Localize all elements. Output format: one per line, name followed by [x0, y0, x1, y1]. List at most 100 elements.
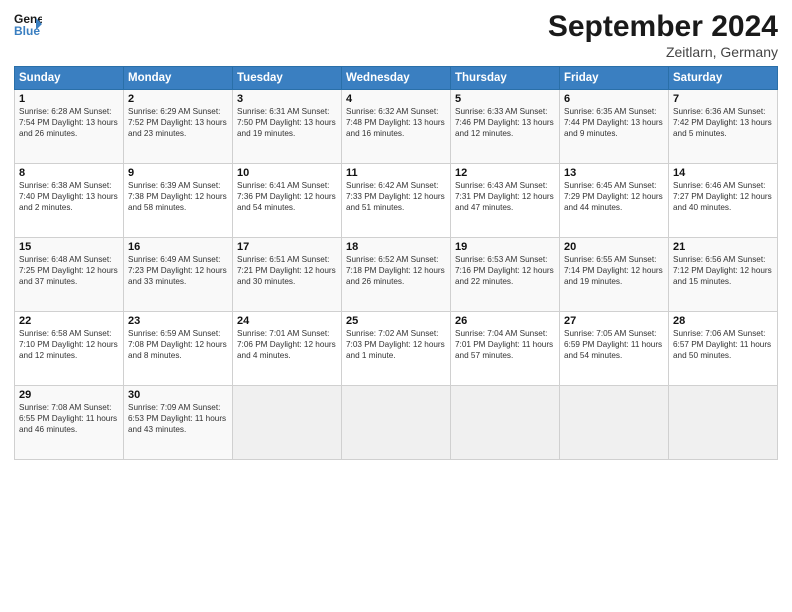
- calendar-cell: 18Sunrise: 6:52 AM Sunset: 7:18 PM Dayli…: [342, 238, 451, 312]
- cell-info: Sunrise: 7:04 AM Sunset: 7:01 PM Dayligh…: [455, 328, 555, 361]
- day-number: 2: [128, 93, 228, 105]
- cell-info: Sunrise: 6:59 AM Sunset: 7:08 PM Dayligh…: [128, 328, 228, 361]
- calendar-page: General Blue September 2024 Zeitlarn, Ge…: [0, 0, 792, 612]
- col-thursday: Thursday: [451, 67, 560, 90]
- cell-info: Sunrise: 6:55 AM Sunset: 7:14 PM Dayligh…: [564, 254, 664, 287]
- col-sunday: Sunday: [15, 67, 124, 90]
- day-number: 14: [673, 167, 773, 179]
- table-row: 8Sunrise: 6:38 AM Sunset: 7:40 PM Daylig…: [15, 164, 778, 238]
- cell-info: Sunrise: 7:08 AM Sunset: 6:55 PM Dayligh…: [19, 402, 119, 435]
- col-tuesday: Tuesday: [233, 67, 342, 90]
- cell-info: Sunrise: 6:45 AM Sunset: 7:29 PM Dayligh…: [564, 180, 664, 213]
- day-number: 8: [19, 167, 119, 179]
- day-number: 21: [673, 241, 773, 253]
- calendar-cell: 7Sunrise: 6:36 AM Sunset: 7:42 PM Daylig…: [669, 90, 778, 164]
- cell-info: Sunrise: 7:05 AM Sunset: 6:59 PM Dayligh…: [564, 328, 664, 361]
- day-number: 1: [19, 93, 119, 105]
- header: General Blue September 2024 Zeitlarn, Ge…: [14, 10, 778, 60]
- calendar-cell: 13Sunrise: 6:45 AM Sunset: 7:29 PM Dayli…: [560, 164, 669, 238]
- calendar-cell: 30Sunrise: 7:09 AM Sunset: 6:53 PM Dayli…: [124, 386, 233, 460]
- day-number: 25: [346, 315, 446, 327]
- cell-info: Sunrise: 6:46 AM Sunset: 7:27 PM Dayligh…: [673, 180, 773, 213]
- calendar-cell: 14Sunrise: 6:46 AM Sunset: 7:27 PM Dayli…: [669, 164, 778, 238]
- logo: General Blue: [14, 10, 44, 38]
- calendar-cell: 16Sunrise: 6:49 AM Sunset: 7:23 PM Dayli…: [124, 238, 233, 312]
- calendar-cell: [451, 386, 560, 460]
- month-title: September 2024: [548, 10, 778, 44]
- calendar-cell: 3Sunrise: 6:31 AM Sunset: 7:50 PM Daylig…: [233, 90, 342, 164]
- table-row: 15Sunrise: 6:48 AM Sunset: 7:25 PM Dayli…: [15, 238, 778, 312]
- col-wednesday: Wednesday: [342, 67, 451, 90]
- cell-info: Sunrise: 6:31 AM Sunset: 7:50 PM Dayligh…: [237, 106, 337, 139]
- cell-info: Sunrise: 6:32 AM Sunset: 7:48 PM Dayligh…: [346, 106, 446, 139]
- cell-info: Sunrise: 6:43 AM Sunset: 7:31 PM Dayligh…: [455, 180, 555, 213]
- col-saturday: Saturday: [669, 67, 778, 90]
- day-number: 4: [346, 93, 446, 105]
- calendar-cell: 11Sunrise: 6:42 AM Sunset: 7:33 PM Dayli…: [342, 164, 451, 238]
- day-number: 17: [237, 241, 337, 253]
- calendar-cell: 4Sunrise: 6:32 AM Sunset: 7:48 PM Daylig…: [342, 90, 451, 164]
- calendar-cell: 9Sunrise: 6:39 AM Sunset: 7:38 PM Daylig…: [124, 164, 233, 238]
- day-number: 24: [237, 315, 337, 327]
- title-block: September 2024 Zeitlarn, Germany: [548, 10, 778, 60]
- day-number: 9: [128, 167, 228, 179]
- cell-info: Sunrise: 6:41 AM Sunset: 7:36 PM Dayligh…: [237, 180, 337, 213]
- calendar-cell: 29Sunrise: 7:08 AM Sunset: 6:55 PM Dayli…: [15, 386, 124, 460]
- calendar-cell: 2Sunrise: 6:29 AM Sunset: 7:52 PM Daylig…: [124, 90, 233, 164]
- calendar-cell: [233, 386, 342, 460]
- calendar-cell: [669, 386, 778, 460]
- calendar-cell: [342, 386, 451, 460]
- day-number: 22: [19, 315, 119, 327]
- cell-info: Sunrise: 6:38 AM Sunset: 7:40 PM Dayligh…: [19, 180, 119, 213]
- cell-info: Sunrise: 6:42 AM Sunset: 7:33 PM Dayligh…: [346, 180, 446, 213]
- cell-info: Sunrise: 6:39 AM Sunset: 7:38 PM Dayligh…: [128, 180, 228, 213]
- calendar-cell: 20Sunrise: 6:55 AM Sunset: 7:14 PM Dayli…: [560, 238, 669, 312]
- cell-info: Sunrise: 6:29 AM Sunset: 7:52 PM Dayligh…: [128, 106, 228, 139]
- day-number: 7: [673, 93, 773, 105]
- calendar-cell: [560, 386, 669, 460]
- day-number: 12: [455, 167, 555, 179]
- day-number: 29: [19, 389, 119, 401]
- calendar-cell: 15Sunrise: 6:48 AM Sunset: 7:25 PM Dayli…: [15, 238, 124, 312]
- calendar-cell: 28Sunrise: 7:06 AM Sunset: 6:57 PM Dayli…: [669, 312, 778, 386]
- day-number: 16: [128, 241, 228, 253]
- day-number: 20: [564, 241, 664, 253]
- col-monday: Monday: [124, 67, 233, 90]
- day-number: 3: [237, 93, 337, 105]
- day-number: 6: [564, 93, 664, 105]
- cell-info: Sunrise: 6:51 AM Sunset: 7:21 PM Dayligh…: [237, 254, 337, 287]
- cell-info: Sunrise: 6:36 AM Sunset: 7:42 PM Dayligh…: [673, 106, 773, 139]
- cell-info: Sunrise: 6:56 AM Sunset: 7:12 PM Dayligh…: [673, 254, 773, 287]
- cell-info: Sunrise: 6:53 AM Sunset: 7:16 PM Dayligh…: [455, 254, 555, 287]
- table-row: 22Sunrise: 6:58 AM Sunset: 7:10 PM Dayli…: [15, 312, 778, 386]
- day-number: 27: [564, 315, 664, 327]
- day-number: 10: [237, 167, 337, 179]
- logo-icon: General Blue: [14, 10, 42, 38]
- day-number: 5: [455, 93, 555, 105]
- day-number: 23: [128, 315, 228, 327]
- day-number: 30: [128, 389, 228, 401]
- calendar-cell: 25Sunrise: 7:02 AM Sunset: 7:03 PM Dayli…: [342, 312, 451, 386]
- cell-info: Sunrise: 6:58 AM Sunset: 7:10 PM Dayligh…: [19, 328, 119, 361]
- cell-info: Sunrise: 7:09 AM Sunset: 6:53 PM Dayligh…: [128, 402, 228, 435]
- cell-info: Sunrise: 6:33 AM Sunset: 7:46 PM Dayligh…: [455, 106, 555, 139]
- day-number: 18: [346, 241, 446, 253]
- calendar-cell: 12Sunrise: 6:43 AM Sunset: 7:31 PM Dayli…: [451, 164, 560, 238]
- day-number: 13: [564, 167, 664, 179]
- calendar-cell: 6Sunrise: 6:35 AM Sunset: 7:44 PM Daylig…: [560, 90, 669, 164]
- col-friday: Friday: [560, 67, 669, 90]
- cell-info: Sunrise: 6:28 AM Sunset: 7:54 PM Dayligh…: [19, 106, 119, 139]
- day-number: 28: [673, 315, 773, 327]
- calendar-cell: 10Sunrise: 6:41 AM Sunset: 7:36 PM Dayli…: [233, 164, 342, 238]
- cell-info: Sunrise: 7:02 AM Sunset: 7:03 PM Dayligh…: [346, 328, 446, 361]
- table-row: 1Sunrise: 6:28 AM Sunset: 7:54 PM Daylig…: [15, 90, 778, 164]
- calendar-cell: 17Sunrise: 6:51 AM Sunset: 7:21 PM Dayli…: [233, 238, 342, 312]
- calendar-cell: 24Sunrise: 7:01 AM Sunset: 7:06 PM Dayli…: [233, 312, 342, 386]
- cell-info: Sunrise: 6:48 AM Sunset: 7:25 PM Dayligh…: [19, 254, 119, 287]
- day-number: 11: [346, 167, 446, 179]
- day-number: 19: [455, 241, 555, 253]
- header-row: Sunday Monday Tuesday Wednesday Thursday…: [15, 67, 778, 90]
- cell-info: Sunrise: 6:35 AM Sunset: 7:44 PM Dayligh…: [564, 106, 664, 139]
- location-subtitle: Zeitlarn, Germany: [548, 44, 778, 60]
- calendar-cell: 8Sunrise: 6:38 AM Sunset: 7:40 PM Daylig…: [15, 164, 124, 238]
